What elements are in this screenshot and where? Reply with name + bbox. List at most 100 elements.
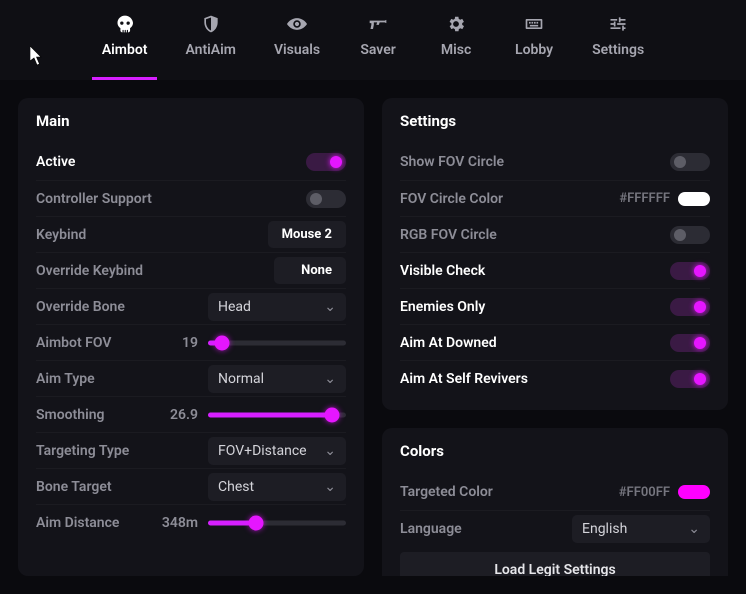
chevron-down-icon: ⌄ [324,299,336,315]
keyboard-icon [524,14,544,34]
label-smoothing: Smoothing [36,407,105,423]
row-aim-distance: Aim Distance 348m [36,504,346,540]
main-title: Main [36,112,346,130]
nav-saver[interactable]: Saver [348,8,408,80]
row-visible-check: Visible Check [400,252,710,288]
targeted-color-swatch[interactable] [678,485,710,499]
sliders-icon [608,14,628,34]
row-show-fov: Show FOV Circle [400,144,710,180]
gun-icon [368,14,388,34]
nav-label: Lobby [515,42,553,58]
row-smoothing: Smoothing 26.9 [36,396,346,432]
row-targeting-type: Targeting Type FOV+Distance ⌄ [36,432,346,468]
row-aim-self-revivers: Aim At Self Revivers [400,360,710,396]
row-targeted-color: Targeted Color #FF00FF [400,474,710,510]
label-targeting-type: Targeting Type [36,443,129,459]
select-targeting-type[interactable]: FOV+Distance ⌄ [208,437,346,465]
select-language[interactable]: English ⌄ [572,515,710,543]
select-value: FOV+Distance [218,443,307,459]
row-aim-downed: Aim At Downed [400,324,710,360]
colors-title: Colors [400,442,710,460]
smoothing-value: 26.9 [164,407,198,423]
select-bone-target[interactable]: Chest ⌄ [208,473,346,501]
nav-antiaim[interactable]: AntiAim [175,8,245,80]
nav-aimbot[interactable]: Aimbot [92,8,158,80]
nav-label: AntiAim [185,42,235,58]
keybind-input[interactable]: Mouse 2 [268,221,346,248]
row-override-keybind: Override Keybind None [36,252,346,288]
toggle-active[interactable] [306,153,346,171]
aimbot-fov-value: 19 [164,335,198,351]
chevron-down-icon: ⌄ [324,371,336,387]
toggle-controller[interactable] [306,190,346,208]
row-enemies-only: Enemies Only [400,288,710,324]
select-aim-type[interactable]: Normal ⌄ [208,365,346,393]
toggle-enemies-only[interactable] [670,298,710,316]
row-controller: Controller Support [36,180,346,216]
label-active: Active [36,154,75,170]
label-aim-self-revivers: Aim At Self Revivers [400,371,528,387]
main-panel: Main Active Controller Support Keybind M… [18,98,364,576]
label-aim-distance: Aim Distance [36,515,119,531]
chevron-down-icon: ⌄ [324,443,336,459]
label-bone-target: Bone Target [36,479,112,495]
eye-icon [287,14,307,34]
nav-misc[interactable]: Misc [426,8,486,80]
label-language: Language [400,521,462,537]
nav-visuals[interactable]: Visuals [264,8,330,80]
nav-label: Settings [592,42,644,58]
label-aim-type: Aim Type [36,371,95,387]
label-visible-check: Visible Check [400,263,485,279]
fov-color-hex: #FFFFFF [619,191,670,206]
row-keybind: Keybind Mouse 2 [36,216,346,252]
colors-panel: Colors Targeted Color #FF00FF Language E… [382,428,728,576]
row-language: Language English ⌄ [400,510,710,546]
select-override-bone[interactable]: Head ⌄ [208,293,346,321]
row-fov-color: FOV Circle Color #FFFFFF [400,180,710,216]
nav-label: Aimbot [102,42,148,58]
toggle-rgb-fov[interactable] [670,226,710,244]
gear-icon [446,14,466,34]
label-keybind: Keybind [36,227,86,243]
nav-settings[interactable]: Settings [582,8,654,80]
label-controller: Controller Support [36,191,152,207]
settings-title: Settings [400,112,710,130]
shield-icon [201,14,221,34]
nav-label: Saver [360,42,395,58]
select-value: Chest [218,479,254,495]
targeted-color-hex: #FF00FF [619,485,670,500]
label-show-fov: Show FOV Circle [400,154,504,170]
toggle-aim-self-revivers[interactable] [670,370,710,388]
row-active: Active [36,144,346,180]
slider-smoothing[interactable] [208,407,346,423]
label-rgb-fov: RGB FOV Circle [400,227,497,243]
settings-panel: Settings Show FOV Circle FOV Circle Colo… [382,98,728,410]
slider-aim-distance[interactable] [208,515,346,531]
override-keybind-input[interactable]: None [274,257,346,284]
top-nav: Aimbot AntiAim Visuals Saver Misc Lobby [0,0,746,80]
toggle-visible-check[interactable] [670,262,710,280]
label-enemies-only: Enemies Only [400,299,485,315]
label-override-bone: Override Bone [36,299,125,315]
nav-label: Visuals [274,42,320,58]
nav-lobby[interactable]: Lobby [504,8,564,80]
row-bone-target: Bone Target Chest ⌄ [36,468,346,504]
row-rgb-fov: RGB FOV Circle [400,216,710,252]
right-column: Settings Show FOV Circle FOV Circle Colo… [382,98,728,576]
row-aimbot-fov: Aimbot FOV 19 [36,324,346,360]
skull-icon [115,14,135,34]
aim-distance-value: 348m [162,515,198,531]
label-targeted-color: Targeted Color [400,484,493,500]
toggle-aim-downed[interactable] [670,334,710,352]
load-legit-settings-button[interactable]: Load Legit Settings [400,552,710,576]
slider-aimbot-fov[interactable] [208,335,346,351]
select-value: English [582,521,627,537]
nav-label: Misc [441,42,471,58]
select-value: Head [218,299,251,315]
toggle-show-fov[interactable] [670,153,710,171]
chevron-down-icon: ⌄ [324,479,336,495]
label-override-keybind: Override Keybind [36,263,143,279]
row-override-bone: Override Bone Head ⌄ [36,288,346,324]
fov-color-swatch[interactable] [678,192,710,206]
chevron-down-icon: ⌄ [688,521,700,537]
